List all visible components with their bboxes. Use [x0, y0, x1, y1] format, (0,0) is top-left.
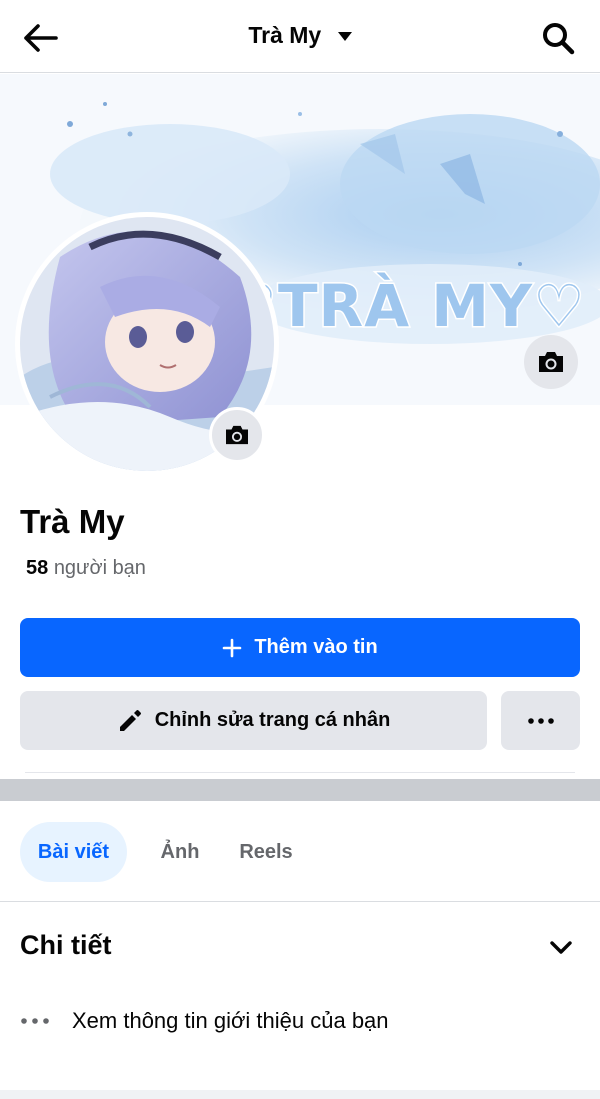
header-title: Trà My: [248, 22, 322, 48]
more-horizontal-icon: [527, 717, 554, 724]
camera-icon: [539, 352, 563, 372]
section-separator: [0, 779, 600, 801]
bottom-separator: [0, 1090, 600, 1099]
edit-profile-picture-button[interactable]: [209, 407, 265, 463]
edit-profile-label: Chỉnh sửa trang cá nhân: [154, 709, 391, 731]
tab-photos[interactable]: Ảnh: [145, 822, 215, 882]
details-expand-button[interactable]: [545, 932, 577, 964]
top-bar: Trà My: [0, 0, 600, 73]
profile-tabs: Bài viết Ảnh Reels: [20, 822, 301, 882]
add-to-story-label: Thêm vào tin: [254, 636, 378, 658]
plus-icon: [223, 638, 242, 657]
more-horizontal-icon: [21, 1018, 49, 1024]
details-heading: Chi tiết: [20, 930, 112, 960]
see-about-info-row[interactable]: Xem thông tin giới thiệu của bạn: [20, 1004, 389, 1038]
see-about-info-label: Xem thông tin giới thiệu của bạn: [72, 1008, 389, 1033]
friends-number: 58: [26, 557, 49, 579]
add-to-story-button[interactable]: Thêm vào tin: [20, 618, 580, 677]
more-options-button[interactable]: [501, 691, 580, 750]
tab-posts[interactable]: Bài viết: [20, 822, 127, 882]
search-button[interactable]: [536, 16, 580, 60]
search-icon: [543, 23, 575, 55]
camera-icon: [226, 425, 248, 445]
caret-down-icon: [337, 32, 352, 42]
section-divider: [25, 772, 575, 773]
edit-cover-photo-button[interactable]: [524, 335, 578, 389]
cover-banner-text: ♡TRÀ MY♡: [223, 271, 587, 342]
chevron-down-icon: [550, 941, 572, 954]
friends-label: người bạn: [53, 557, 146, 579]
pencil-icon: [119, 709, 141, 731]
tab-reels[interactable]: Reels: [231, 822, 301, 882]
friends-count[interactable]: 58 người bạn: [26, 557, 146, 580]
profile-switcher[interactable]: Trà My: [0, 22, 600, 49]
tabs-divider: [0, 901, 600, 902]
profile-name: Trà My: [20, 503, 125, 540]
edit-profile-button[interactable]: Chỉnh sửa trang cá nhân: [20, 691, 487, 750]
